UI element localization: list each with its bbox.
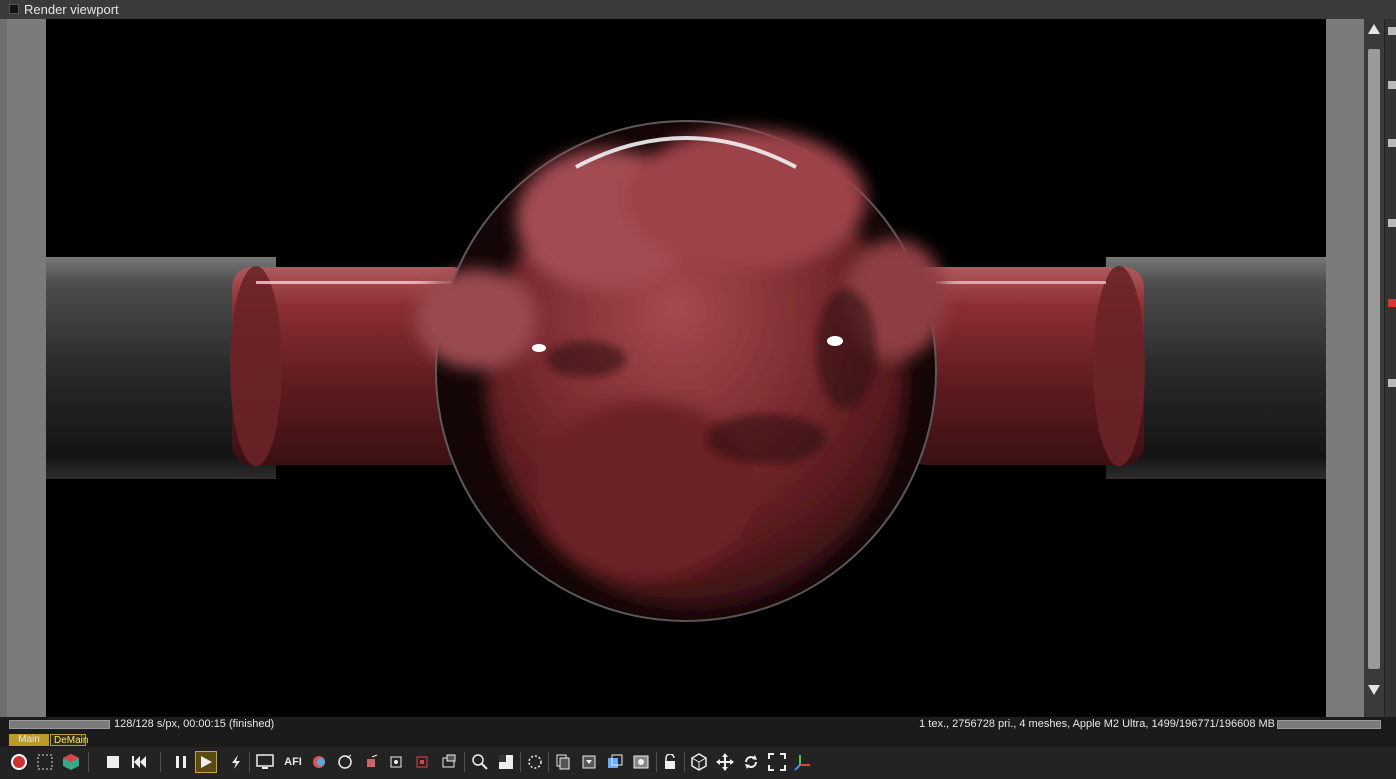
restart-icon[interactable] (128, 751, 150, 773)
white-balance-icon[interactable] (412, 751, 434, 773)
clay-icon[interactable] (630, 751, 652, 773)
render-progress-bar (9, 720, 110, 729)
render-stats-text: 1 tex., 2756728 pri., 4 meshes, Apple M2… (919, 718, 1275, 730)
cube-color-icon[interactable] (60, 751, 82, 773)
panel-icon[interactable] (1388, 139, 1396, 147)
lightning-icon[interactable] (225, 751, 247, 773)
toolbar-separator (160, 752, 161, 772)
axis-icon[interactable] (792, 751, 814, 773)
toolbar-separator (88, 752, 89, 772)
toolbar-separator (249, 752, 250, 772)
tab-bar (0, 733, 1396, 747)
zoom-icon[interactable] (469, 751, 491, 773)
render-image[interactable] (46, 19, 1326, 717)
display-icon[interactable] (254, 751, 276, 773)
panel-icon[interactable] (1388, 27, 1396, 35)
toolbar-separator (656, 752, 657, 772)
channel-icon[interactable] (495, 751, 517, 773)
viewport-left-margin (7, 19, 46, 717)
toolbar-separator (520, 752, 521, 772)
side-panel-strip (1384, 19, 1396, 779)
window-menu-icon[interactable] (9, 4, 19, 14)
tab-main[interactable]: Main (9, 734, 49, 746)
render-canvas (46, 120, 1326, 622)
render-settings-icon[interactable] (8, 751, 30, 773)
scroll-up-icon[interactable] (1368, 24, 1380, 34)
panel-icon[interactable] (1388, 219, 1396, 227)
memory-progress-bar (1277, 720, 1381, 729)
region-picker-icon[interactable] (438, 751, 460, 773)
window-titlebar: Render viewport (0, 0, 1396, 20)
denoise-icon[interactable] (524, 751, 546, 773)
object-picker-icon[interactable] (360, 751, 382, 773)
panel-icon[interactable] (1388, 299, 1396, 307)
box-view-icon[interactable] (688, 751, 710, 773)
region-render-icon[interactable] (34, 751, 56, 773)
panel-icon[interactable] (1388, 379, 1396, 387)
rotate-icon[interactable] (740, 751, 762, 773)
export-icon[interactable] (604, 751, 626, 773)
render-status-text: 128/128 s/px, 00:00:15 (finished) (114, 718, 275, 730)
vertical-scrollbar[interactable] (1364, 19, 1384, 717)
viewport-right-margin (1326, 19, 1364, 717)
play-icon[interactable] (195, 751, 217, 773)
move-icon[interactable] (714, 751, 736, 773)
fit-icon[interactable] (766, 751, 788, 773)
scroll-down-icon[interactable] (1368, 685, 1380, 695)
color-picker-icon[interactable] (308, 751, 330, 773)
afi-icon[interactable]: AFI (282, 751, 304, 773)
toolbar-separator (548, 752, 549, 772)
tab-demain[interactable]: DeMain (50, 734, 88, 746)
copy-icon[interactable] (552, 751, 574, 773)
save-icon[interactable] (578, 751, 600, 773)
pause-icon[interactable] (170, 751, 192, 773)
toolbar-separator (684, 752, 685, 772)
scroll-thumb[interactable] (1368, 49, 1380, 669)
window-title: Render viewport (24, 2, 119, 17)
stop-icon[interactable] (102, 751, 124, 773)
panel-icon[interactable] (1388, 81, 1396, 89)
material-picker-icon[interactable] (334, 751, 356, 773)
lock-icon[interactable] (659, 751, 681, 773)
focus-picker-icon[interactable] (386, 751, 408, 773)
toolbar-separator (464, 752, 465, 772)
